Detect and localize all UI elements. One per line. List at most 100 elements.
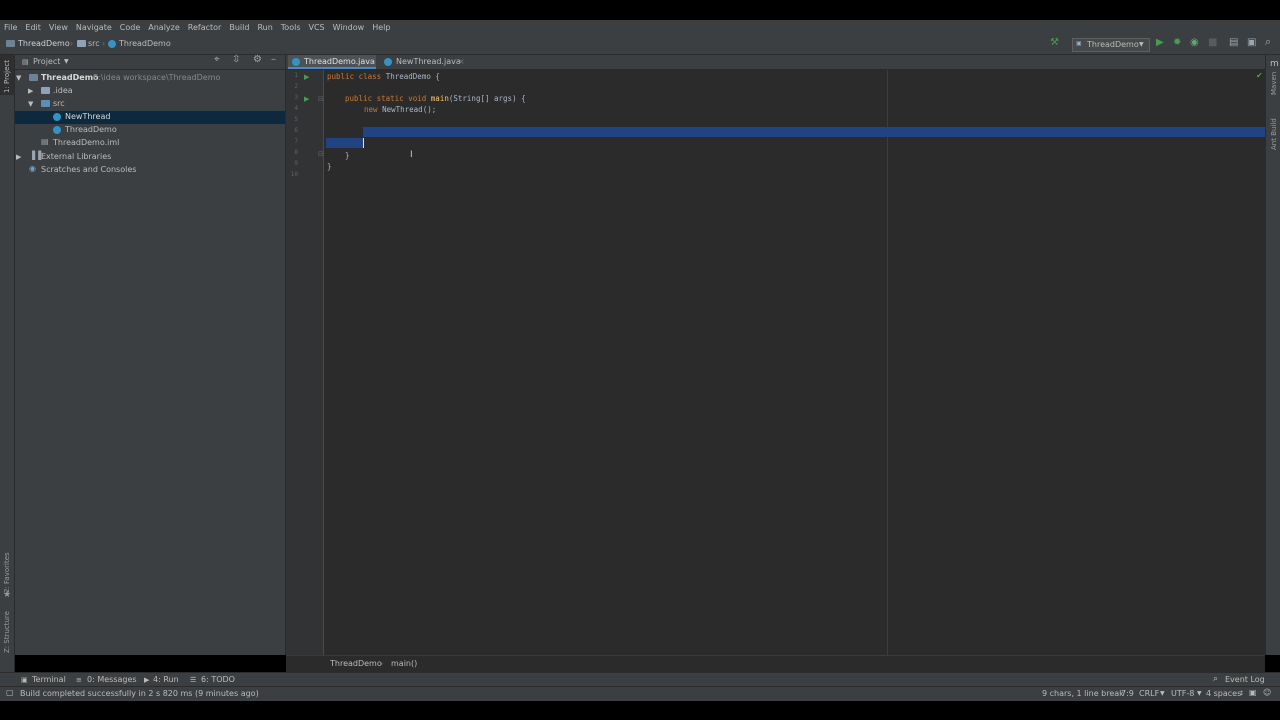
debug-icon[interactable]: ✹ xyxy=(1173,38,1181,48)
event-log-tab[interactable]: Event Log xyxy=(1225,675,1265,685)
tree-item-threaddemo[interactable]: ThreadDemo xyxy=(15,124,285,137)
coverage-icon[interactable]: ◉ xyxy=(1190,38,1199,48)
menu-vcs[interactable]: VCS xyxy=(305,20,329,35)
run-gutter-icon[interactable]: ▶ xyxy=(304,94,309,104)
run-gutter-icon[interactable]: ▶ xyxy=(304,72,309,82)
tree-item-root[interactable]: ▼ ThreadDemo E:\idea workspace\ThreadDem… xyxy=(15,72,285,85)
line-number: 10 xyxy=(290,171,298,178)
menu-run[interactable]: Run xyxy=(253,20,276,35)
chevron-down-icon[interactable]: ▼ xyxy=(64,57,69,67)
menu-help[interactable]: Help xyxy=(368,20,394,35)
inspector-icon[interactable]: ☺ xyxy=(1263,688,1271,698)
code-token: public class xyxy=(327,72,386,81)
status-selection: 9 chars, 1 line break xyxy=(1042,689,1124,698)
check-icon: ✔ xyxy=(1256,71,1263,80)
library-icon: ▐▐ xyxy=(29,151,42,160)
status-caret-position[interactable]: 7:9 xyxy=(1121,689,1134,699)
project-panel-title[interactable]: Project xyxy=(33,57,60,67)
gear-icon[interactable]: ⚙ xyxy=(253,55,262,65)
menu-build[interactable]: Build xyxy=(225,20,253,35)
project-tool-tab[interactable]: 1: Project xyxy=(0,55,14,95)
chevron-down-icon: ▼ xyxy=(1197,690,1202,697)
folder-icon xyxy=(6,40,15,50)
fold-icon[interactable]: ⊟ xyxy=(318,149,324,159)
menu-analyze[interactable]: Analyze xyxy=(144,20,184,35)
collapse-all-icon[interactable]: ⇳ xyxy=(232,55,240,65)
line-number: 9 xyxy=(294,160,298,167)
menu-tools[interactable]: Tools xyxy=(277,20,305,35)
menu-file[interactable]: File xyxy=(0,20,21,35)
tree-threaddemo-label: ThreadDemo xyxy=(65,125,117,134)
status-indent[interactable]: 4 spaces xyxy=(1206,689,1241,699)
status-line-separator[interactable]: CRLF xyxy=(1139,689,1159,699)
menu-window[interactable]: Window xyxy=(329,20,369,35)
layout-icon[interactable]: ▣ xyxy=(1247,38,1256,48)
fold-icon[interactable]: ⊟ xyxy=(318,94,324,104)
nav-file[interactable]: ThreadDemo xyxy=(119,39,171,49)
stop-icon[interactable]: ■ xyxy=(1208,38,1217,48)
tree-root-path: E:\idea workspace\ThreadDemo xyxy=(93,73,221,82)
status-encoding[interactable]: UTF-8 xyxy=(1171,689,1194,699)
tool-windows-toggle-icon[interactable]: ▢ xyxy=(6,688,14,698)
breadcrumb-class[interactable]: ThreadDemo xyxy=(330,659,382,669)
project-tool-label: 1: Project xyxy=(3,60,11,93)
favorites-tool-tab[interactable]: 2: Favorites xyxy=(3,552,11,593)
run-icon[interactable]: ▶ xyxy=(1156,38,1164,48)
code-token: ThreadDemo { xyxy=(385,72,440,81)
nav-separator-icon: › xyxy=(70,39,74,48)
code-line-4: new NewThread(); xyxy=(364,104,436,115)
menu-refactor[interactable]: Refactor xyxy=(184,20,226,35)
code-line-9: } xyxy=(327,162,332,171)
minimize-icon[interactable]: – xyxy=(271,55,276,65)
nav-src[interactable]: src xyxy=(88,39,100,49)
tree-item-src[interactable]: ▼ src xyxy=(15,98,285,111)
nav-project[interactable]: ThreadDemo xyxy=(18,39,70,49)
tab-newthread-label: NewThread.java xyxy=(396,57,461,66)
menu-code[interactable]: Code xyxy=(116,20,144,35)
run-tab[interactable]: 4: Run xyxy=(153,675,179,685)
class-icon xyxy=(53,113,61,124)
search-icon[interactable]: ⌕ xyxy=(1265,36,1271,47)
ant-build-tool-tab[interactable]: Ant Build xyxy=(1270,118,1278,150)
status-message: Build completed successfully in 2 s 820 … xyxy=(20,689,259,698)
run-config-label: ThreadDemo xyxy=(1087,40,1139,49)
tree-item-external-libraries[interactable]: ▶ ▐▐ External Libraries xyxy=(15,151,285,164)
tab-threaddemo[interactable]: ThreadDemo.java × xyxy=(288,55,376,69)
terminal-tab[interactable]: Terminal xyxy=(32,675,66,685)
menu-navigate[interactable]: Navigate xyxy=(72,20,116,35)
tree-iml-label: ThreadDemo.iml xyxy=(53,138,120,147)
maven-tool-tab[interactable]: Maven xyxy=(1270,72,1278,95)
folder-icon xyxy=(41,87,50,97)
class-icon xyxy=(384,58,392,69)
code-line-8: } xyxy=(345,151,350,160)
locate-icon[interactable]: ⌖ xyxy=(214,55,220,65)
tree-item-newthread[interactable]: NewThread xyxy=(15,111,285,124)
close-icon[interactable]: × xyxy=(368,57,375,67)
structure-tool-tab[interactable]: Z: Structure xyxy=(3,611,11,653)
line-number: 6 xyxy=(294,127,298,134)
menu-edit[interactable]: Edit xyxy=(21,20,45,35)
lock-icon[interactable]: ▣ xyxy=(1249,688,1257,698)
todo-tab[interactable]: 6: TODO xyxy=(201,675,235,685)
collapsed-arrow-icon: ▶ xyxy=(28,87,34,95)
tab-newthread[interactable]: NewThread.java × xyxy=(380,55,476,69)
text-caret xyxy=(363,138,364,148)
menu-view[interactable]: View xyxy=(45,20,72,35)
build-hammer-icon[interactable]: ⚒ xyxy=(1050,38,1059,48)
menu-bar: File Edit View Navigate Code Analyze Ref… xyxy=(0,20,1280,35)
breadcrumb-method[interactable]: main() xyxy=(391,659,417,669)
code-editor[interactable]: public class ThreadDemo { public static … xyxy=(324,70,1265,655)
tree-item-iml[interactable]: ▤ ThreadDemo.iml xyxy=(15,137,285,150)
class-icon xyxy=(108,40,116,51)
run-config-select[interactable]: ▣ ThreadDemo ▼ xyxy=(1072,38,1150,52)
tree-root-label: ThreadDemo xyxy=(41,73,99,82)
source-folder-icon xyxy=(41,100,50,110)
tree-item-scratches[interactable]: ◉ Scratches and Consoles xyxy=(15,164,285,177)
scratches-icon: ◉ xyxy=(29,164,36,173)
project-structure-icon[interactable]: ▤ xyxy=(1229,38,1238,48)
messages-tab[interactable]: 0: Messages xyxy=(87,675,137,685)
todo-icon: ☰ xyxy=(190,676,197,684)
editor-gutter: 1 2 3 4 5 6 7 8 9 10 ▶ ▶ ⊟ ⊟ xyxy=(286,70,324,655)
tree-item-idea[interactable]: ▶ .idea xyxy=(15,85,285,98)
close-icon[interactable]: × xyxy=(458,57,465,67)
